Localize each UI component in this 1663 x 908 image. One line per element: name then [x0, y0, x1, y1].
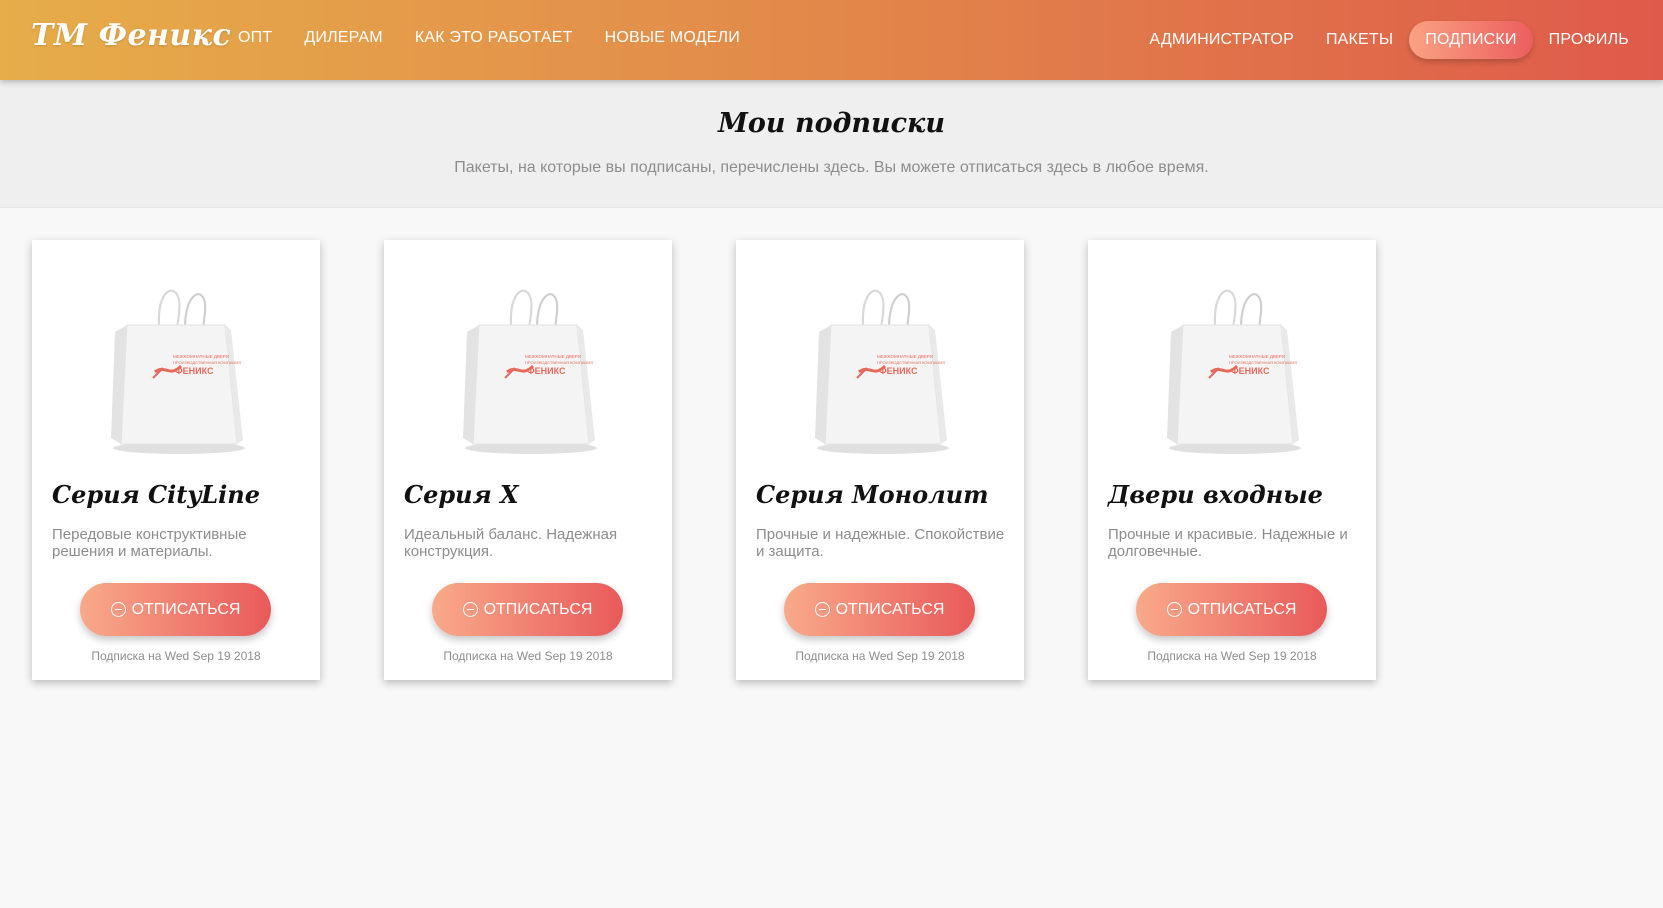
nav-link-dealers[interactable]: ДИЛЕРАМ	[288, 19, 399, 57]
card-title: Серия Монолит	[756, 480, 989, 509]
nav-link-packages[interactable]: ПАКЕТЫ	[1310, 21, 1409, 59]
svg-text:МЕЖКОМНАТНЫЕ ДВЕРИ: МЕЖКОМНАТНЫЕ ДВЕРИ	[525, 354, 581, 359]
nav-left: ОПТ ДИЛЕРАМ КАК ЭТО РАБОТАЕТ НОВЫЕ МОДЕЛ…	[222, 0, 756, 80]
card-title: Серия CityLine	[52, 480, 261, 509]
subscription-date: Подписка на Wed Sep 19 2018	[91, 649, 261, 663]
page-header: Мои подписки Пакеты, на которые вы подпи…	[0, 80, 1663, 208]
subscription-card: МЕЖКОМНАТНЫЕ ДВЕРИ ПРОИЗВОДСТВЕННАЯ КОМП…	[736, 240, 1024, 680]
nav-link-opt[interactable]: ОПТ	[222, 19, 288, 57]
minus-circle-icon	[1166, 602, 1182, 617]
svg-text:ПРОИЗВОДСТВЕННАЯ КОМПАНИЯ: ПРОИЗВОДСТВЕННАЯ КОМПАНИЯ	[173, 360, 241, 365]
svg-text:ФЕНИКС: ФЕНИКС	[1231, 366, 1270, 376]
card-description: Идеальный баланс. Надежная конструкция.	[404, 526, 618, 560]
subscription-date: Подписка на Wed Sep 19 2018	[795, 649, 965, 663]
unsubscribe-button-label: ОТПИСАТЬСЯ	[131, 600, 241, 618]
nav-link-admin[interactable]: АДМИНИСТРАТОР	[1133, 21, 1310, 59]
minus-circle-icon	[814, 602, 830, 617]
paper-bag-image: МЕЖКОМНАТНЫЕ ДВЕРИ ПРОИЗВОДСТВЕННАЯ КОМП…	[111, 289, 245, 454]
card-title: Серия X	[404, 480, 519, 509]
nav-link-new-models[interactable]: НОВЫЕ МОДЕЛИ	[589, 19, 756, 57]
nav-link-profile[interactable]: ПРОФИЛЬ	[1533, 21, 1645, 59]
unsubscribe-button[interactable]: ОТПИСАТЬСЯ	[1136, 583, 1327, 636]
svg-text:МЕЖКОМНАТНЫЕ ДВЕРИ: МЕЖКОМНАТНЫЕ ДВЕРИ	[173, 354, 229, 359]
paper-bag-image: МЕЖКОМНАТНЫЕ ДВЕРИ ПРОИЗВОДСТВЕННАЯ КОМП…	[1167, 289, 1301, 454]
svg-text:ФЕНИКС: ФЕНИКС	[879, 366, 918, 376]
card-description: Передовые конструктивные решения и матер…	[52, 526, 247, 560]
svg-text:МЕЖКОМНАТНЫЕ ДВЕРИ: МЕЖКОМНАТНЫЕ ДВЕРИ	[877, 354, 933, 359]
page-subtitle: Пакеты, на которые вы подписаны, перечис…	[454, 159, 1209, 176]
subscription-date: Подписка на Wed Sep 19 2018	[443, 649, 613, 663]
minus-circle-icon	[462, 602, 478, 617]
paper-bag-image: МЕЖКОМНАТНЫЕ ДВЕРИ ПРОИЗВОДСТВЕННАЯ КОМП…	[815, 289, 949, 454]
unsubscribe-button-label: ОТПИСАТЬСЯ	[1187, 600, 1297, 618]
card-description: Прочные и надежные. Спокойствие и защита…	[756, 526, 1005, 560]
nav-link-subscriptions[interactable]: ПОДПИСКИ	[1409, 21, 1533, 59]
svg-text:ПРОИЗВОДСТВЕННАЯ КОМПАНИЯ: ПРОИЗВОДСТВЕННАЯ КОМПАНИЯ	[1229, 360, 1297, 365]
unsubscribe-button[interactable]: ОТПИСАТЬСЯ	[784, 583, 975, 636]
subscription-date: Подписка на Wed Sep 19 2018	[1147, 649, 1317, 663]
unsubscribe-button-label: ОТПИСАТЬСЯ	[835, 600, 945, 618]
svg-text:ПРОИЗВОДСТВЕННАЯ КОМПАНИЯ: ПРОИЗВОДСТВЕННАЯ КОМПАНИЯ	[877, 360, 945, 365]
subscription-cards: МЕЖКОМНАТНЫЕ ДВЕРИ ПРОИЗВОДСТВЕННАЯ КОМП…	[32, 240, 1376, 680]
page-title: Мои подписки	[718, 108, 945, 139]
subscription-card: МЕЖКОМНАТНЫЕ ДВЕРИ ПРОИЗВОДСТВЕННАЯ КОМП…	[32, 240, 320, 680]
unsubscribe-button[interactable]: ОТПИСАТЬСЯ	[80, 583, 271, 636]
card-description: Прочные и красивые. Надежные и долговечн…	[1108, 526, 1348, 560]
svg-text:ПРОИЗВОДСТВЕННАЯ КОМПАНИЯ: ПРОИЗВОДСТВЕННАЯ КОМПАНИЯ	[525, 360, 593, 365]
top-navbar: ТМ Феникс ОПТ ДИЛЕРАМ КАК ЭТО РАБОТАЕТ Н…	[0, 0, 1663, 80]
paper-bag-image: МЕЖКОМНАТНЫЕ ДВЕРИ ПРОИЗВОДСТВЕННАЯ КОМП…	[463, 289, 597, 454]
card-title: Двери входные	[1108, 480, 1323, 509]
nav-right: АДМИНИСТРАТОР ПАКЕТЫ ПОДПИСКИ ПРОФИЛЬ	[1133, 0, 1645, 80]
unsubscribe-button[interactable]: ОТПИСАТЬСЯ	[432, 583, 623, 636]
unsubscribe-button-label: ОТПИСАТЬСЯ	[483, 600, 593, 618]
minus-circle-icon	[110, 602, 126, 617]
svg-text:ФЕНИКС: ФЕНИКС	[527, 366, 566, 376]
nav-link-how-it-works[interactable]: КАК ЭТО РАБОТАЕТ	[399, 19, 589, 57]
subscription-card: МЕЖКОМНАТНЫЕ ДВЕРИ ПРОИЗВОДСТВЕННАЯ КОМП…	[384, 240, 672, 680]
brand-logo[interactable]: ТМ Феникс	[31, 18, 231, 53]
svg-text:МЕЖКОМНАТНЫЕ ДВЕРИ: МЕЖКОМНАТНЫЕ ДВЕРИ	[1229, 354, 1285, 359]
svg-text:ФЕНИКС: ФЕНИКС	[175, 366, 214, 376]
subscription-card: МЕЖКОМНАТНЫЕ ДВЕРИ ПРОИЗВОДСТВЕННАЯ КОМП…	[1088, 240, 1376, 680]
